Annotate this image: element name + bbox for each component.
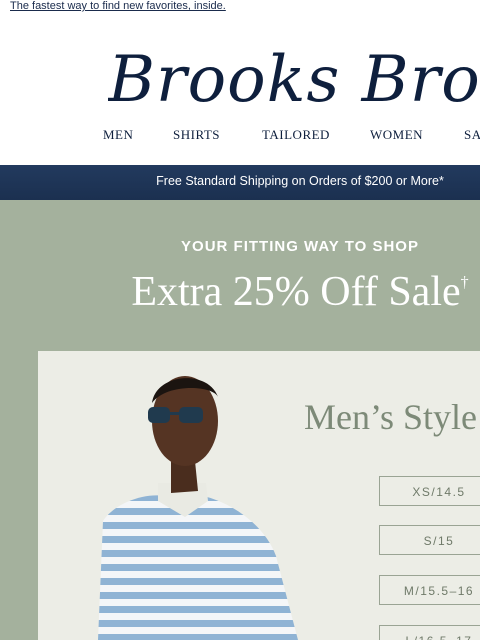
striped-polo-shirt: [98, 495, 298, 640]
hero-title: Extra 25% Off Sale†: [0, 268, 480, 316]
size-s-button[interactable]: S/15: [379, 525, 480, 555]
hero-title-dagger: †: [460, 274, 469, 291]
top-banner: The fastest way to find new favorites, i…: [0, 0, 480, 14]
nav-item-shirts[interactable]: SHIRTS: [173, 126, 220, 144]
nav-item-men[interactable]: MEN: [103, 126, 133, 144]
nav-item-women[interactable]: WOMEN: [370, 126, 423, 144]
nav-item-tailored[interactable]: TAILORED: [262, 126, 330, 144]
shipping-text: Free Standard Shipping on Orders of $200…: [156, 174, 444, 188]
mens-style-title: Men’s Style: [304, 397, 478, 437]
model-photo: [98, 376, 298, 640]
sunglasses-bridge: [169, 412, 180, 415]
logo-wordmark: Brooks Brothers: [108, 43, 480, 117]
main-navigation: MEN SHIRTS TAILORED WOMEN SA: [0, 126, 480, 148]
sunglasses-lens-left: [148, 407, 170, 423]
mens-style-panel: Men’s Style XS/14.5 S/15 M/15.5–16 L/16.…: [38, 351, 480, 640]
brooks-brothers-logo[interactable]: Brooks Brothers: [108, 40, 480, 120]
hero-banner[interactable]: YOUR FITTING WAY TO SHOP Extra 25% Off S…: [0, 200, 480, 640]
size-l-button[interactable]: L/16.5–17: [379, 625, 480, 640]
hero-eyebrow: YOUR FITTING WAY TO SHOP: [181, 238, 419, 255]
hero-title-text: Extra 25% Off Sale: [131, 269, 461, 315]
size-m-button[interactable]: M/15.5–16: [379, 575, 480, 605]
new-favorites-link[interactable]: The fastest way to find new favorites, i…: [10, 0, 226, 13]
nav-item-sale[interactable]: SA: [464, 126, 480, 144]
shipping-banner[interactable]: Free Standard Shipping on Orders of $200…: [0, 165, 480, 200]
size-xs-button[interactable]: XS/14.5: [379, 476, 480, 506]
sunglasses-lens-right: [179, 407, 203, 423]
